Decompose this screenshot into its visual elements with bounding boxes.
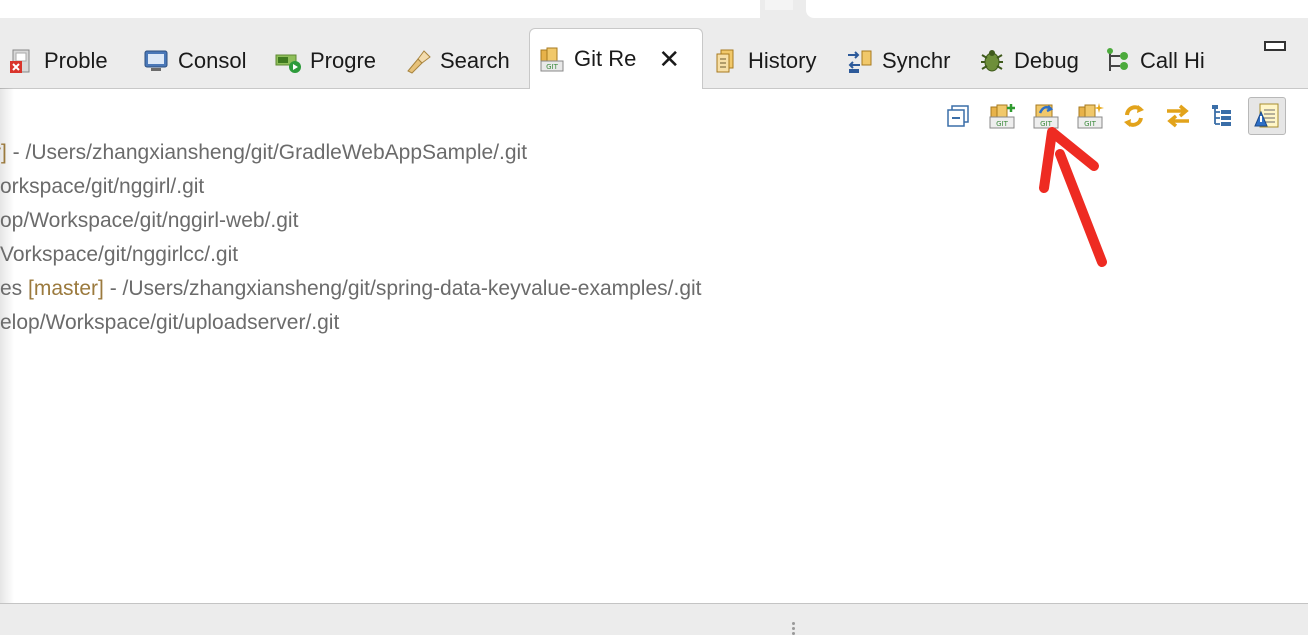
close-tab-icon[interactable]: ✕ xyxy=(658,46,680,72)
tab-search[interactable]: Search xyxy=(404,38,510,84)
tab-history[interactable]: History xyxy=(712,38,816,84)
status-bar xyxy=(0,603,1308,635)
synchronize-icon xyxy=(846,47,874,75)
tab-label: Search xyxy=(440,48,510,73)
tab-call-hierarchy[interactable]: Call Hi xyxy=(1104,38,1205,84)
repository-row[interactable]: Vorkspace/git/nggirlcc/.git xyxy=(0,240,702,274)
svg-text:GIT: GIT xyxy=(996,120,1008,128)
editor-area-edge-right xyxy=(806,0,1308,18)
refresh-button[interactable] xyxy=(1116,98,1152,134)
tab-label: Call Hi xyxy=(1140,48,1205,73)
repo-path: - /Users/zhangxiansheng/git/GradleWebApp… xyxy=(6,141,528,164)
svg-text:GIT: GIT xyxy=(546,63,558,71)
tab-synchronize[interactable]: Synchr xyxy=(846,38,950,84)
progress-icon xyxy=(274,47,302,75)
search-flashlight-icon xyxy=(404,47,432,75)
show-annotations-icon xyxy=(1254,103,1279,128)
console-icon xyxy=(142,47,170,75)
annotation-arrow-icon xyxy=(1039,127,1107,267)
tab-git-repositories[interactable]: GIT Git Re ✕ xyxy=(529,28,703,89)
repository-row[interactable]: r] - /Users/zhangxiansheng/git/GradleWeb… xyxy=(0,138,696,172)
repo-prefix: orkspace/git/nggirl/.git xyxy=(0,175,205,198)
tab-problems[interactable]: Proble xyxy=(8,38,108,84)
repository-row[interactable]: elop/Workspace/git/uploadserver/.git xyxy=(0,308,702,342)
repo-prefix: Vorkspace/git/nggirlcc/.git xyxy=(0,243,239,266)
tab-label: Debug xyxy=(1014,48,1079,73)
sash-gap xyxy=(765,0,793,10)
status-bar-grip-icon[interactable] xyxy=(792,622,795,635)
repo-branch: [master] xyxy=(28,277,104,300)
refresh-icon xyxy=(1124,105,1144,127)
repository-row[interactable]: es [master] - /Users/zhangxiansheng/git/… xyxy=(0,274,702,308)
window-top-strip xyxy=(0,0,1308,26)
repo-branch: r] xyxy=(0,141,7,164)
tab-label: History xyxy=(748,48,817,73)
hierarchical-view-button[interactable] xyxy=(1204,98,1240,134)
collapse-all-button[interactable] xyxy=(940,98,976,134)
view-tab-bar: Proble Consol Progre Search GIT Git Re ✕… xyxy=(0,26,1308,89)
git-repositories-icon: GIT xyxy=(538,45,566,73)
repo-prefix: es xyxy=(0,277,29,300)
tab-label: Git Re xyxy=(574,46,637,71)
tab-label: Proble xyxy=(44,48,108,73)
tab-console[interactable]: Consol xyxy=(142,38,246,84)
tab-label: Consol xyxy=(178,48,247,73)
repository-tree: r] - /Users/zhangxiansheng/git/GradleWeb… xyxy=(0,138,702,342)
link-with-selection-button[interactable] xyxy=(1160,98,1196,134)
call-hierarchy-icon xyxy=(1104,47,1132,75)
editor-area-edge xyxy=(0,0,760,18)
show-annotations-button[interactable] xyxy=(1248,97,1286,135)
add-existing-repository-icon: GIT xyxy=(989,104,1015,129)
problems-icon xyxy=(8,47,36,75)
minimize-view-button[interactable] xyxy=(1264,41,1286,51)
tab-label: Progre xyxy=(310,48,377,73)
repository-row[interactable]: orkspace/git/nggirl/.git xyxy=(0,172,702,206)
hierarchical-view-icon xyxy=(1212,105,1231,126)
debug-bug-icon xyxy=(978,47,1006,75)
repository-row[interactable]: op/Workspace/git/nggirl-web/.git xyxy=(0,206,702,240)
tab-progress[interactable]: Progre xyxy=(274,38,376,84)
repo-prefix: elop/Workspace/git/uploadserver/.git xyxy=(0,311,340,334)
collapse-all-icon xyxy=(947,105,969,127)
tab-label: Synchr xyxy=(882,48,951,73)
repo-path: - /Users/zhangxiansheng/git/spring-data-… xyxy=(103,277,702,300)
tab-debug[interactable]: Debug xyxy=(978,38,1079,84)
link-with-selection-icon xyxy=(1167,104,1189,128)
history-icon xyxy=(712,47,740,75)
add-existing-repository-button[interactable]: GIT xyxy=(984,98,1020,134)
repo-prefix: op/Workspace/git/nggirl-web/.git xyxy=(0,209,299,232)
